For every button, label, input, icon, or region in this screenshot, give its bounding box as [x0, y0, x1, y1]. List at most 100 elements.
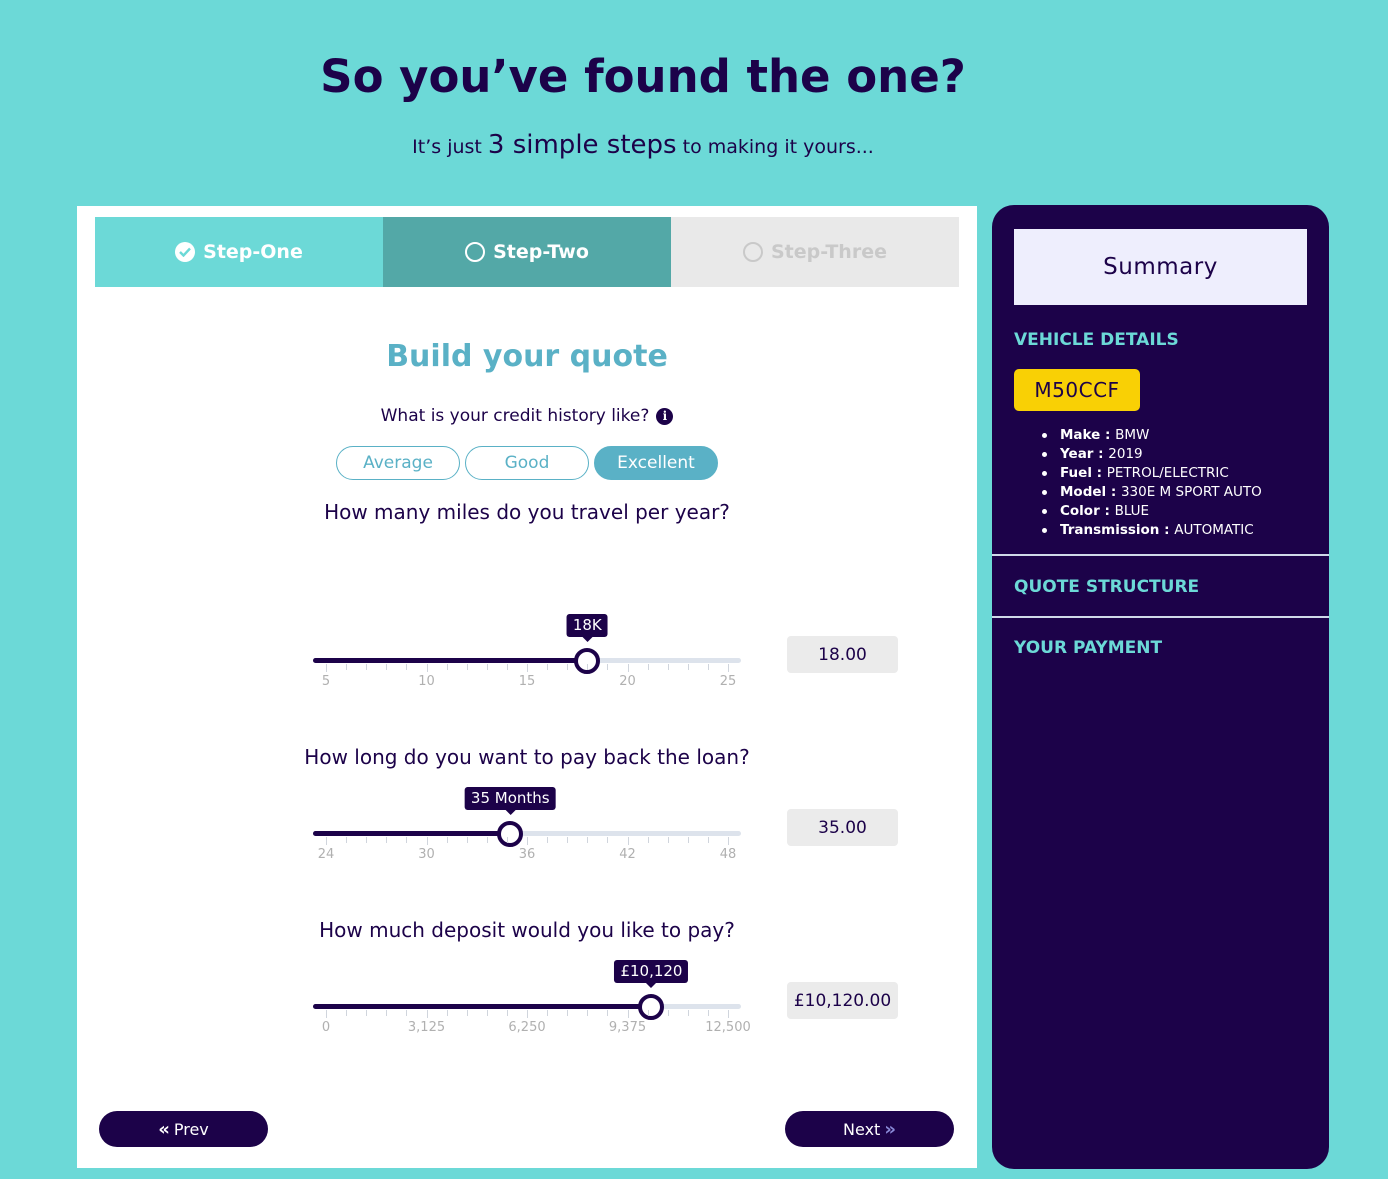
- detail-transmission-value: AUTOMATIC: [1174, 522, 1254, 538]
- loan-term-question: How long do you want to pay back the loa…: [304, 745, 750, 769]
- prev-button[interactable]: « Prev: [99, 1111, 268, 1147]
- registration-plate: M50CCF: [1014, 369, 1140, 411]
- slider-tick: [406, 1010, 408, 1016]
- slider-tick: [687, 1010, 689, 1016]
- slider-tick: [527, 837, 528, 845]
- tab-step-one-label: Step-One: [203, 241, 303, 263]
- loan-term-value-field[interactable]: 35.00: [787, 809, 898, 846]
- slider-tick: [366, 837, 368, 843]
- double-chevron-right-icon: »: [884, 1118, 896, 1140]
- tab-step-three[interactable]: Step-Three: [671, 217, 959, 287]
- slider-tick: [647, 664, 649, 670]
- credit-options: Average Good Excellent: [336, 446, 718, 480]
- next-button[interactable]: Next »: [785, 1111, 954, 1147]
- slider-tick: [587, 1010, 589, 1016]
- slider-fill: [313, 658, 588, 663]
- slider-tick: [627, 1010, 629, 1018]
- slider-tick: [346, 1010, 348, 1016]
- slider-tick: [366, 1010, 368, 1016]
- detail-fuel-value: PETROL/ELECTRIC: [1106, 465, 1229, 481]
- slider-tick-label: 9,375: [608, 1020, 647, 1035]
- info-icon[interactable]: i: [656, 407, 674, 425]
- slider-tick-label: 5: [321, 674, 331, 689]
- slider-tick: [707, 664, 709, 670]
- slider-tick: [607, 1010, 609, 1016]
- slider-tick: [527, 1010, 528, 1018]
- form-title: Build your quote: [386, 339, 668, 374]
- tab-step-two[interactable]: Step-Two: [383, 217, 671, 287]
- vehicle-details-heading: VEHICLE DETAILS: [1014, 330, 1179, 350]
- slider-tick: [346, 664, 348, 670]
- slider-tick: [728, 837, 729, 845]
- page-subtitle: It’s just 3 simple steps to making it yo…: [0, 130, 1286, 160]
- detail-model: Model : 330E M SPORT AUTO: [1040, 483, 1262, 502]
- slider-tick: [426, 837, 428, 845]
- detail-year-label: Year: [1060, 446, 1094, 462]
- slider-tick: [667, 1010, 669, 1016]
- slider-fill: [313, 831, 511, 836]
- slider-tick: [366, 664, 368, 670]
- credit-question: What is your credit history like? i: [77, 406, 977, 426]
- slider-tick: [346, 837, 348, 843]
- slider-tick-label: 20: [619, 674, 636, 689]
- tab-step-one[interactable]: Step-One: [95, 217, 383, 287]
- slider-tick: [527, 664, 528, 672]
- quote-structure-heading[interactable]: QUOTE STRUCTURE: [1014, 577, 1199, 597]
- slider-handle[interactable]: [574, 648, 601, 674]
- detail-make: Make : BMW: [1040, 426, 1262, 445]
- slider-tick: [607, 664, 609, 670]
- credit-option-good[interactable]: Good: [465, 446, 589, 480]
- slider-tick-label: 36: [518, 847, 536, 862]
- subtitle-end: to making it yours...: [676, 136, 874, 158]
- your-payment-heading[interactable]: YOUR PAYMENT: [1014, 638, 1162, 658]
- slider-tick: [386, 837, 388, 843]
- slider-handle[interactable]: [497, 821, 524, 847]
- slider-value-tooltip: £10,120: [614, 960, 689, 988]
- check-circle-icon: [175, 242, 196, 262]
- circle-icon: [465, 242, 486, 262]
- detail-fuel: Fuel : PETROL/ELECTRIC: [1040, 464, 1262, 483]
- deposit-value-field[interactable]: £10,120.00: [787, 982, 898, 1019]
- divider: [992, 554, 1329, 556]
- detail-transmission: Transmission : AUTOMATIC: [1040, 521, 1262, 540]
- detail-make-label: Make: [1060, 427, 1101, 443]
- detail-fuel-label: Fuel: [1060, 465, 1092, 481]
- slider-tick: [446, 837, 448, 843]
- credit-option-excellent[interactable]: Excellent: [594, 446, 718, 480]
- slider-tick: [647, 837, 649, 843]
- slider-tick: [446, 664, 448, 670]
- page-title: So you’ve found the one?: [320, 50, 966, 103]
- slider-handle[interactable]: [638, 994, 665, 1020]
- miles-slider[interactable]: 18K 5 10 15 20 25: [313, 612, 741, 689]
- loan-term-slider[interactable]: 35 Months 24 30 36 42 48: [313, 785, 741, 862]
- slider-tick-label: 10: [418, 674, 435, 689]
- slider-tick: [707, 1010, 709, 1016]
- slider-tick: [506, 837, 508, 843]
- detail-model-label: Model: [1060, 484, 1107, 500]
- slider-tick: [486, 664, 488, 670]
- subtitle-start: It’s just: [412, 136, 488, 158]
- summary-panel: Summary VEHICLE DETAILS M50CCF Make : BM…: [992, 205, 1329, 1169]
- slider-tick: [466, 837, 468, 843]
- slider-tick: [587, 664, 589, 670]
- detail-year-value: 2019: [1108, 446, 1143, 462]
- slider-fill: [313, 1004, 652, 1009]
- slider-tick-label: 0: [321, 1020, 331, 1035]
- next-button-label: Next: [843, 1119, 881, 1139]
- circle-icon: [743, 242, 763, 262]
- miles-value-field[interactable]: 18.00: [787, 636, 898, 673]
- slider-tick: [466, 664, 468, 670]
- miles-question: How many miles do you travel per year?: [324, 500, 730, 524]
- deposit-slider[interactable]: £10,120 0 3,125 6,250 9,375 12,500: [313, 958, 751, 1035]
- slider-tick: [627, 837, 629, 845]
- slider-tick: [547, 837, 549, 843]
- divider: [992, 616, 1329, 618]
- detail-model-value: 330E M SPORT AUTO: [1120, 484, 1262, 500]
- slider-tick: [667, 664, 669, 670]
- slider-tick: [486, 837, 488, 843]
- credit-option-average[interactable]: Average: [336, 446, 460, 480]
- double-chevron-left-icon: «: [158, 1118, 170, 1140]
- slider-tick: [506, 664, 508, 670]
- slider-tick: [587, 837, 589, 843]
- slider-tick: [567, 664, 569, 670]
